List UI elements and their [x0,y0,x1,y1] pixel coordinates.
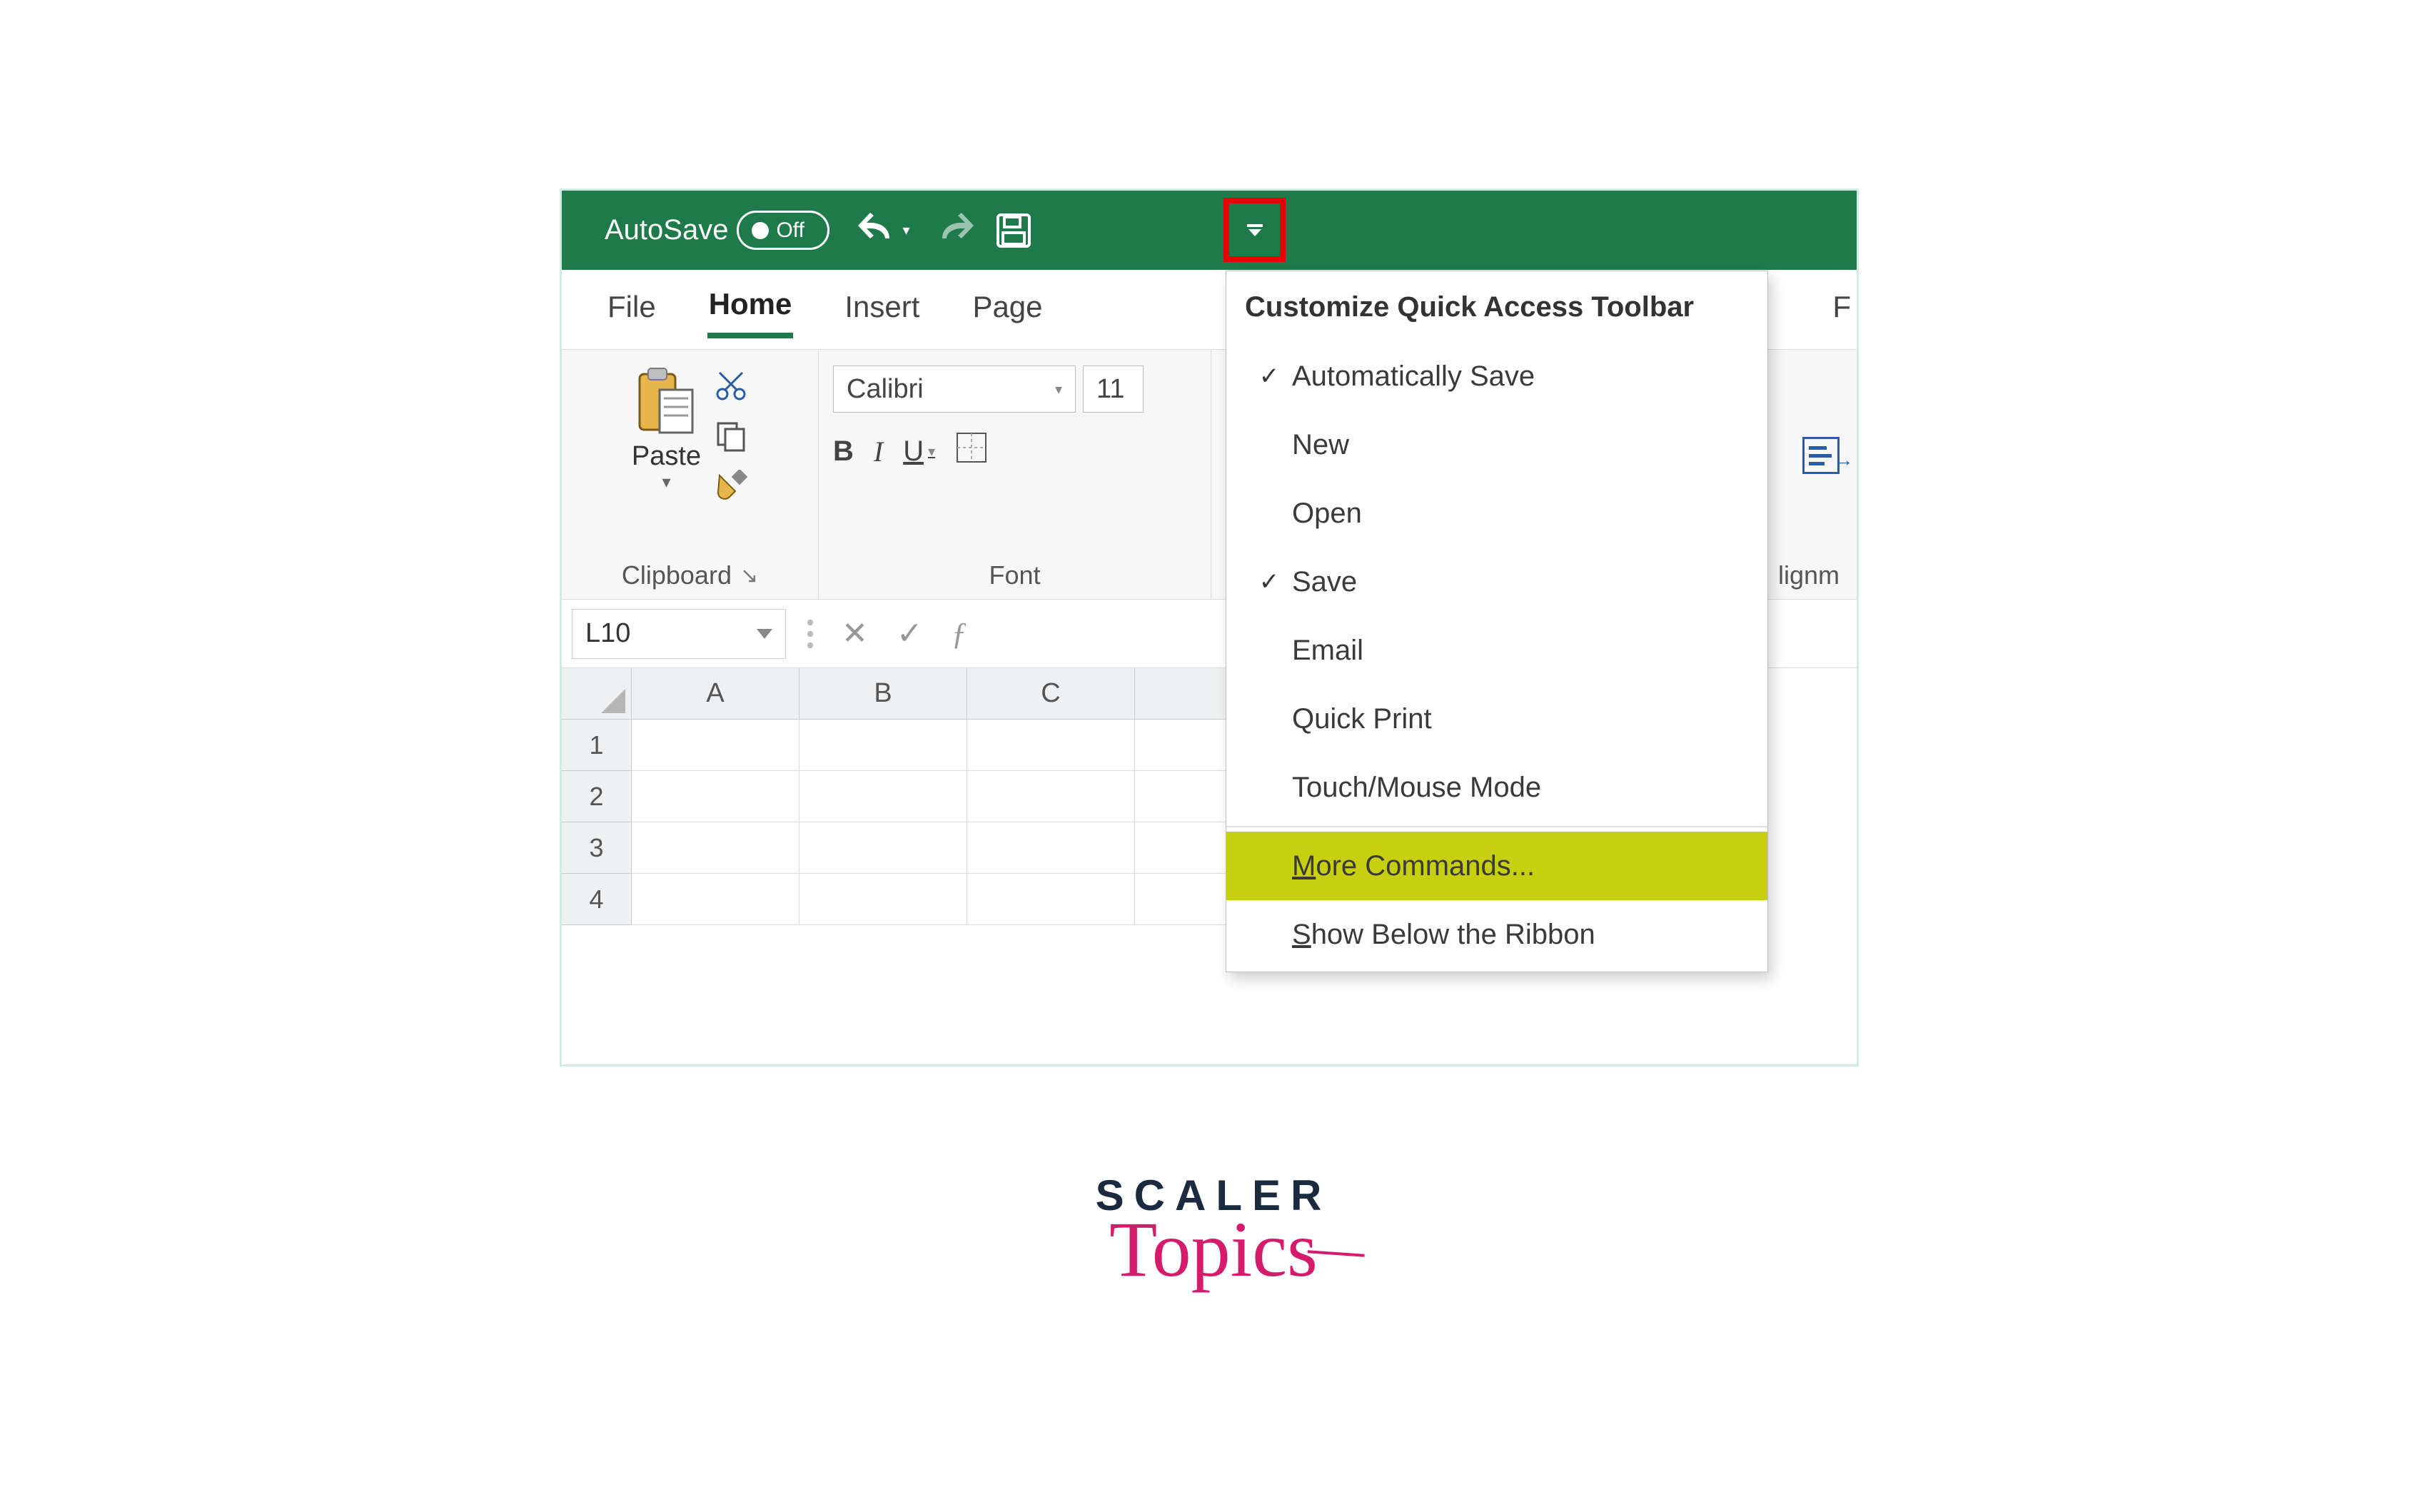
cell[interactable] [967,822,1135,874]
menu-item-more-commands[interactable]: More Commands... [1226,832,1767,900]
row-header[interactable]: 4 [562,874,632,925]
chevron-down-icon: ▾ [1055,380,1062,398]
menu-separator [1226,826,1767,827]
chevron-down-icon [757,629,772,639]
menu-item[interactable]: Email [1226,616,1767,685]
underline-button[interactable]: U ▾ [903,435,935,468]
column-header[interactable]: C [967,668,1135,720]
paste-label: Paste [632,441,701,472]
column-header[interactable]: B [799,668,967,720]
autosave-toggle[interactable]: Off [737,211,829,250]
dialog-launcher-icon[interactable]: ↘ [740,563,758,588]
autosave-label: AutoSave [605,214,728,246]
format-painter-button[interactable] [714,470,748,508]
chevron-down-icon: ▾ [902,221,909,239]
name-box[interactable]: L10 [572,609,786,659]
clipboard-icon [635,366,697,437]
title-bar: AutoSave Off ▾ [562,191,1857,270]
tab-page-layout[interactable]: Page [971,284,1044,336]
cell[interactable] [967,771,1135,822]
row-header[interactable]: 1 [562,720,632,771]
menu-item[interactable]: ✓Automatically Save [1226,342,1767,410]
scissors-icon [714,368,748,403]
cut-button[interactable] [714,368,748,406]
clipboard-group-label: Clipboard [622,560,732,590]
font-size-select[interactable]: 11 [1083,366,1144,413]
watermark: SCALER Topics [1096,1171,1332,1295]
cancel-formula-button[interactable]: ✕ [842,615,868,652]
cell[interactable] [632,720,799,771]
menu-item-label: Open [1292,498,1362,530]
chevron-down-icon: ▾ [662,472,670,493]
menu-title: Customize Quick Access Toolbar [1226,271,1767,342]
copy-button[interactable] [714,419,748,457]
cell[interactable] [632,874,799,925]
cell[interactable] [799,822,967,874]
font-group: Calibri ▾ 11 B I U ▾ Font [819,350,1211,599]
watermark-line2: Topics [1096,1204,1332,1295]
arrow-right-icon: → [1835,449,1853,471]
dropdown-caret-icon [1247,224,1263,236]
menu-item[interactable]: Quick Print [1226,685,1767,753]
borders-button[interactable] [955,431,988,471]
tab-home[interactable]: Home [707,281,794,338]
cell[interactable] [967,720,1135,771]
menu-item[interactable]: Open [1226,479,1767,548]
menu-item[interactable]: Touch/Mouse Mode [1226,753,1767,822]
drag-handle-icon[interactable] [807,620,813,648]
font-name-value: Calibri [847,374,924,405]
tab-insert[interactable]: Insert [843,284,921,336]
cell[interactable] [799,874,967,925]
tab-peek-right[interactable]: F [1831,284,1852,336]
cell[interactable] [799,771,967,822]
check-icon: ✓ [1246,568,1292,596]
menu-item-label: Quick Print [1292,703,1432,735]
menu-item[interactable]: New [1226,410,1767,479]
customize-qat-button[interactable] [1223,198,1286,262]
redo-button[interactable] [932,209,974,252]
enter-formula-button[interactable]: ✓ [897,615,923,652]
font-group-label: Font [989,560,1040,590]
select-all-cell[interactable] [562,668,632,720]
paintbrush-icon [714,470,748,504]
autosave-state: Off [776,218,804,243]
check-icon: ✓ [1246,362,1292,390]
indent-button[interactable]: → [1802,437,1840,474]
menu-item[interactable]: ✓Save [1226,548,1767,616]
name-box-value: L10 [585,618,630,649]
clipboard-group: Paste ▾ Clipboard ↘ [562,350,819,599]
cell[interactable] [632,822,799,874]
alignment-group-label: lignm [1778,560,1840,590]
menu-item-label: Show Below the Ribbon [1292,919,1595,951]
menu-item-show-below[interactable]: Show Below the Ribbon [1226,900,1767,969]
menu-item-label: Touch/Mouse Mode [1292,772,1541,804]
excel-window: AutoSave Off ▾ File Home Insert Page F [560,188,1859,1067]
save-button[interactable] [992,209,1035,252]
qat-customize-menu: Customize Quick Access Toolbar ✓Automati… [1226,271,1768,972]
font-name-select[interactable]: Calibri ▾ [833,366,1076,413]
italic-button[interactable]: I [874,435,883,468]
toggle-dot-icon [752,222,769,239]
bold-button[interactable]: B [833,435,854,468]
chevron-down-icon: ▾ [928,443,935,460]
cell[interactable] [799,720,967,771]
row-header[interactable]: 3 [562,822,632,874]
cell[interactable] [632,771,799,822]
font-size-value: 11 [1096,374,1124,405]
menu-item-label: More Commands... [1292,850,1535,882]
cell[interactable] [967,874,1135,925]
borders-icon [955,431,988,464]
menu-item-label: Save [1292,566,1357,598]
copy-icon [714,419,748,453]
paste-button[interactable]: Paste ▾ [632,366,701,493]
tab-file[interactable]: File [606,284,657,336]
fx-button[interactable]: ƒ [952,615,967,652]
menu-item-label: Email [1292,635,1363,667]
column-header[interactable]: A [632,668,799,720]
menu-item-label: Automatically Save [1292,361,1535,393]
undo-button[interactable]: ▾ [858,213,909,248]
menu-item-label: New [1292,429,1349,461]
row-header[interactable]: 2 [562,771,632,822]
